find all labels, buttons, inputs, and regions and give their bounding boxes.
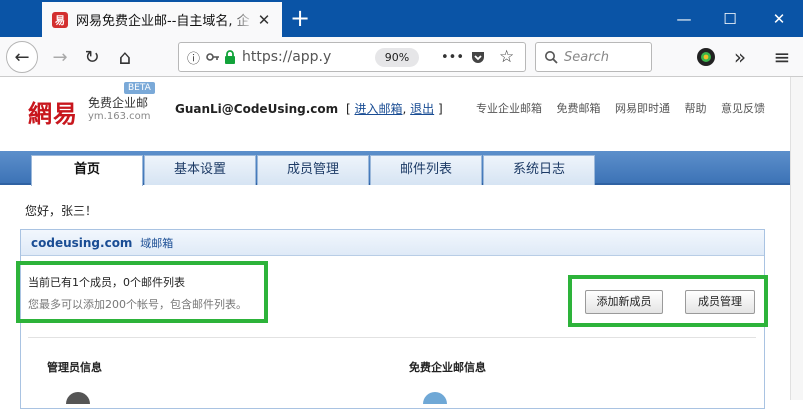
panel-domain: codeusing.com: [31, 236, 133, 250]
page-actions-icon[interactable]: •••: [441, 50, 464, 65]
top-link-free-mail[interactable]: 免费邮箱: [557, 102, 601, 115]
greeting: 您好，张三！: [25, 204, 98, 218]
panel-header: codeusing.com 域邮箱: [21, 230, 764, 256]
info-icon[interactable]: ⓘ: [187, 48, 200, 67]
overflow-menu-button[interactable]: »: [724, 41, 756, 73]
logo-product-name: 免费企业邮: [88, 96, 149, 110]
close-window-button[interactable]: ✕: [757, 0, 801, 37]
account-limit-text: 您最多可以添加200个帐号，包含邮件列表。: [28, 298, 247, 311]
enter-mailbox-link[interactable]: 进入邮箱: [354, 102, 402, 116]
user-info: GuanLi@CodeUsing.com [ 进入邮箱, 退出 ]: [175, 100, 443, 117]
back-button[interactable]: ←: [6, 41, 38, 73]
free-mail-info-title: 免费企业邮信息: [409, 361, 486, 374]
minimize-button[interactable]: —: [662, 0, 706, 37]
reload-button[interactable]: ↻: [76, 41, 108, 73]
logout-link[interactable]: 退出: [410, 102, 434, 116]
search-placeholder: Search: [564, 49, 609, 65]
separator-comma: ,: [402, 102, 407, 116]
manage-members-button[interactable]: 成员管理: [685, 290, 755, 314]
user-email: GuanLi@CodeUsing.com: [175, 102, 339, 116]
top-link-feedback[interactable]: 意见反馈: [721, 102, 765, 115]
extension-icon[interactable]: [696, 47, 716, 67]
logo-wordmark: 網易: [28, 99, 78, 128]
netease-logo[interactable]: 網易 免费企业邮 ym.163.com BETA: [28, 82, 168, 132]
browser-tab[interactable]: 易 网易免费企业邮--自主域名, 企 ✕: [42, 2, 282, 37]
top-link-help[interactable]: 帮助: [685, 102, 707, 115]
highlight-box-info: [16, 261, 268, 323]
zoom-level-badge[interactable]: 90%: [375, 48, 419, 67]
bracket-close: ]: [437, 102, 443, 116]
browser-tab-strip: 易 网易免费企业邮--自主域名, 企 ✕ + — ☐ ✕: [0, 0, 803, 37]
tab-basic-settings[interactable]: 基本设置: [144, 155, 256, 185]
bookmark-star-icon[interactable]: ☆: [499, 47, 514, 67]
page-scrollbar[interactable]: [790, 77, 803, 400]
navigation-bar: ← → ↻ ⌂ ⓘ https://app.y 90% ••• ☆ Search: [0, 37, 803, 77]
pocket-icon[interactable]: [470, 49, 486, 65]
hamburger-menu-button[interactable]: ≡: [766, 41, 798, 73]
panel-domain-suffix: 域邮箱: [140, 237, 174, 250]
logo-domain: ym.163.com: [88, 111, 151, 122]
home-button[interactable]: ⌂: [109, 41, 141, 73]
forward-button[interactable]: →: [44, 41, 76, 73]
admin-info-title: 管理员信息: [47, 361, 102, 374]
search-input[interactable]: Search: [535, 42, 652, 72]
bracket-open: [: [345, 102, 351, 116]
top-link-pro-mail[interactable]: 专业企业邮箱: [476, 102, 542, 115]
tab-member-management[interactable]: 成员管理: [257, 155, 369, 185]
url-bar[interactable]: ⓘ https://app.y 90% ••• ☆: [178, 42, 526, 72]
lock-icon: [225, 50, 236, 64]
url-text[interactable]: https://app.y: [242, 49, 331, 65]
tab-title: 网易免费企业邮--自主域名, 企: [76, 14, 250, 29]
tab-home[interactable]: 首页: [31, 155, 143, 186]
maximize-button[interactable]: ☐: [708, 0, 752, 37]
panel-divider: [28, 337, 756, 338]
new-tab-button[interactable]: +: [286, 4, 314, 32]
add-member-button[interactable]: 添加新成员: [585, 290, 663, 314]
key-icon: [206, 53, 220, 61]
close-tab-icon[interactable]: ✕: [256, 11, 272, 29]
beta-badge: BETA: [124, 82, 155, 94]
tab-system-log[interactable]: 系统日志: [483, 155, 595, 185]
member-count-text: 当前已有1个成员，0个邮件列表: [28, 276, 185, 289]
netease-favicon-icon: 易: [52, 11, 68, 28]
top-links: 专业企业邮箱 免费邮箱 网易即时通 帮助 意见反馈: [465, 100, 765, 116]
top-link-im[interactable]: 网易即时通: [615, 102, 670, 115]
tab-mail-lists[interactable]: 邮件列表: [370, 155, 482, 185]
search-icon: [545, 51, 558, 64]
main-tab-bar: 首页 基本设置 成员管理 邮件列表 系统日志: [0, 151, 803, 186]
